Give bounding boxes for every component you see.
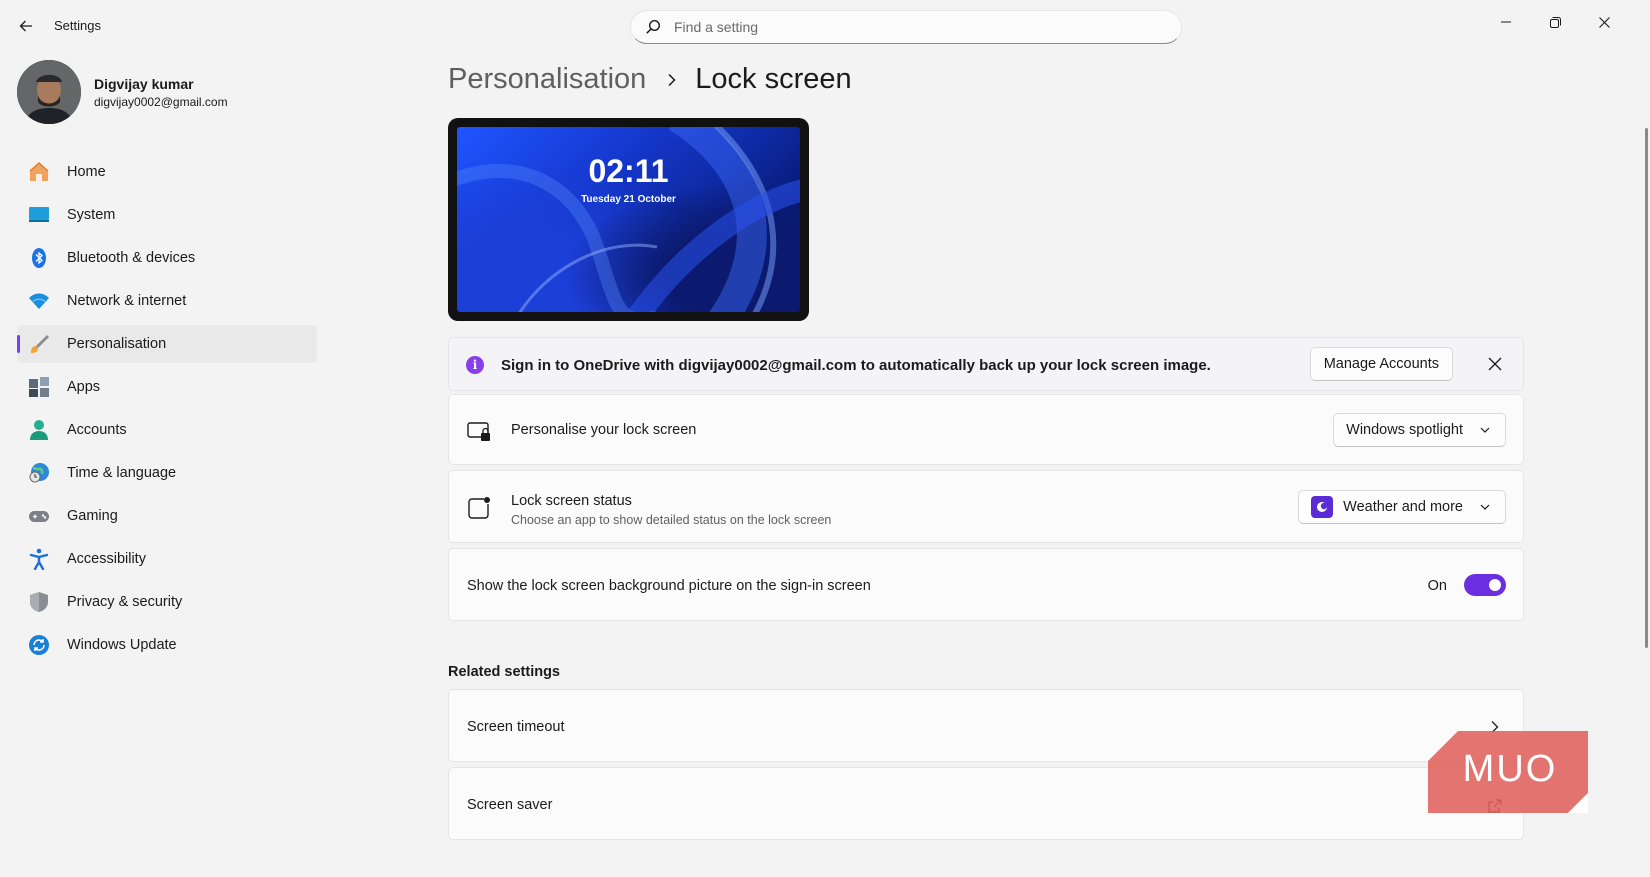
dropdown-value: Weather and more (1343, 499, 1463, 515)
user-photo (17, 60, 81, 124)
search-box[interactable] (630, 10, 1182, 44)
lock-screen-type-dropdown[interactable]: Windows spotlight (1333, 413, 1506, 447)
search-input[interactable] (674, 19, 1181, 35)
breadcrumb: Personalisation Lock screen (448, 63, 852, 96)
sidebar-item-personalisation[interactable]: Personalisation (17, 325, 317, 363)
dropdown-value: Windows spotlight (1346, 422, 1463, 438)
wifi-icon (28, 290, 50, 312)
scrollbar[interactable] (1645, 128, 1648, 648)
signin-background-row: Show the lock screen background picture … (448, 548, 1524, 621)
sidebar-item-label: Network & internet (67, 293, 187, 309)
lock-screen-status-title: Lock screen status (511, 493, 632, 509)
sidebar-item-label: Accessibility (67, 551, 146, 567)
home-icon (28, 161, 50, 183)
lock-screen-status-row: Lock screen status Choose an app to show… (448, 470, 1524, 543)
lock-screen-status-dropdown[interactable]: Weather and more (1298, 490, 1506, 524)
sidebar-item-label: Personalisation (67, 336, 167, 352)
chevron-right-icon (666, 73, 677, 87)
lock-screen-status-subtitle: Choose an app to show detailed status on… (511, 513, 832, 527)
minimize-button[interactable] (1483, 6, 1529, 38)
chevron-down-icon (1480, 427, 1490, 433)
breadcrumb-parent[interactable]: Personalisation (448, 63, 646, 96)
sidebar-item-label: System (67, 207, 116, 223)
sidebar-item-windows-update[interactable]: Windows Update (17, 626, 317, 664)
manage-accounts-button[interactable]: Manage Accounts (1309, 347, 1453, 381)
sidebar-item-label: Privacy & security (67, 594, 183, 610)
sidebar-item-gaming[interactable]: Gaming (17, 497, 317, 535)
status-icon (468, 497, 490, 519)
sidebar-item-label: Gaming (67, 508, 118, 524)
personalise-lock-screen-title: Personalise your lock screen (511, 422, 697, 438)
sidebar-item-privacy[interactable]: Privacy & security (17, 583, 317, 621)
minimize-icon (1501, 21, 1511, 23)
screen-saver-row[interactable]: Screen saver (448, 767, 1524, 840)
restore-icon (1549, 16, 1561, 28)
sidebar-item-label: Apps (67, 379, 101, 395)
gamepad-icon (28, 505, 50, 527)
info-bar-message: Sign in to OneDrive with digvijay0002@gm… (501, 357, 1211, 374)
sidebar-item-label: Time & language (67, 465, 177, 481)
sidebar-item-network[interactable]: Network & internet (17, 282, 317, 320)
sidebar-item-time-language[interactable]: Time & language (17, 454, 317, 492)
sidebar-item-accessibility[interactable]: Accessibility (17, 540, 317, 578)
restore-button[interactable] (1532, 6, 1578, 38)
sidebar-item-label: Windows Update (67, 637, 177, 653)
sidebar-item-system[interactable]: System (17, 196, 317, 234)
preview-date: Tuesday 21 October (581, 194, 676, 205)
lock-screen-preview: 02:11 Tuesday 21 October (448, 118, 809, 321)
wallpaper-image: 02:11 Tuesday 21 October (457, 127, 800, 312)
sidebar-item-label: Accounts (67, 422, 127, 438)
sidebar-item-home[interactable]: Home (17, 153, 317, 191)
sidebar-item-label: Home (67, 164, 106, 180)
chevron-down-icon (1480, 504, 1490, 510)
globe-clock-icon (28, 462, 50, 484)
profile-email: digvijay0002@gmail.com (94, 95, 228, 109)
accounts-icon (28, 419, 50, 441)
preview-time: 02:11 (588, 153, 669, 189)
screen-timeout-label: Screen timeout (467, 719, 565, 735)
search-icon (646, 19, 661, 34)
screen-saver-label: Screen saver (467, 797, 553, 813)
personalise-lock-screen-row: Personalise your lock screen Windows spo… (448, 394, 1524, 465)
accessibility-icon (28, 548, 50, 570)
manage-accounts-label: Manage Accounts (1323, 356, 1439, 372)
sidebar-item-accounts[interactable]: Accounts (17, 411, 317, 449)
related-settings-heading: Related settings (448, 664, 560, 680)
muo-watermark-text: MUO (1463, 748, 1558, 790)
avatar[interactable] (17, 60, 81, 124)
system-icon (28, 204, 50, 226)
close-icon[interactable] (1486, 355, 1504, 373)
app-title: Settings (54, 18, 101, 33)
page-title: Lock screen (695, 63, 852, 95)
info-icon: i (466, 356, 484, 374)
muo-watermark-logo: MUO (1428, 731, 1588, 813)
shield-icon (28, 591, 50, 613)
sidebar-nav: Home System Bluetooth & devices Network … (17, 153, 317, 669)
signin-background-title: Show the lock screen background picture … (467, 578, 871, 594)
back-button[interactable] (14, 14, 38, 38)
title-bar: Settings (0, 0, 1650, 52)
close-icon (1598, 16, 1610, 28)
profile-name: Digvijay kumar (94, 76, 194, 92)
close-window-button[interactable] (1581, 6, 1627, 38)
lock-screen-icon (467, 422, 490, 441)
sidebar-item-bluetooth[interactable]: Bluetooth & devices (17, 239, 317, 277)
signin-background-toggle[interactable] (1464, 574, 1506, 596)
sidebar-item-label: Bluetooth & devices (67, 250, 196, 266)
bluetooth-icon (28, 247, 50, 269)
screen-timeout-row[interactable]: Screen timeout (448, 689, 1524, 762)
sidebar-item-apps[interactable]: Apps (17, 368, 317, 406)
back-arrow-icon (19, 20, 32, 32)
apps-icon (28, 376, 50, 398)
brush-icon (28, 333, 50, 355)
update-icon (28, 634, 50, 656)
weather-app-icon (1311, 496, 1334, 518)
toggle-state-label: On (1427, 578, 1447, 594)
onedrive-info-bar: i Sign in to OneDrive with digvijay0002@… (448, 337, 1524, 391)
